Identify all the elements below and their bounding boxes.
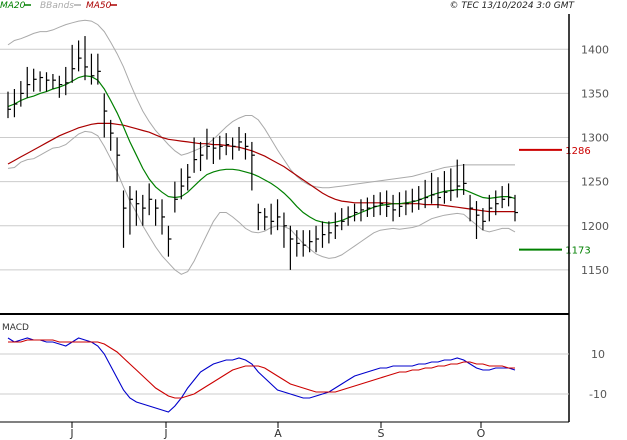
macd-y-ticks: 10 -10: [589, 348, 607, 401]
svg-text:MA20: MA20: [0, 1, 26, 11]
price-y-tick-label: 1400: [581, 43, 609, 56]
x-tick-label: S: [378, 427, 385, 440]
legend-item: BBands: [40, 1, 81, 11]
svg-text:BBands: BBands: [40, 1, 74, 11]
x-tick-label: J: [163, 427, 167, 440]
stock-chart: 12861173 140013501300125012001150 10-10 …: [0, 1, 609, 440]
macd-panel: 10 -10 MACD: [0, 323, 607, 413]
macd-y-tick-label: -10: [589, 388, 607, 401]
price-y-tick-label: 1150: [581, 264, 609, 277]
x-tick-label: O: [477, 427, 486, 440]
x-axis: JJASO: [69, 422, 486, 440]
x-tick-label: A: [274, 427, 282, 440]
price-y-tick-label: 1200: [581, 220, 609, 233]
price-y-tick-label: 1350: [581, 87, 609, 100]
price-y-ticks: 1400 1350 1300 1250 1200 1150: [581, 43, 609, 277]
price-y-tick-label: 1250: [581, 176, 609, 189]
macd-grid: [0, 353, 569, 395]
macd-series-line: [8, 339, 515, 399]
legend-item: MA50: [86, 1, 117, 11]
copyright-text: © TEC 13/10/2024 3:0 GMT: [449, 1, 575, 11]
price-panel: 12861173 140013501300125012001150: [0, 14, 609, 314]
x-tick-label: J: [69, 427, 73, 440]
macd-lines: [7, 337, 516, 413]
macd-y-tick-label: 10: [591, 348, 605, 361]
legend: MA20 BBands MA50: [0, 1, 117, 11]
macd-series-line: [7, 337, 516, 413]
price-y-tick-label: 1300: [581, 132, 609, 145]
macd-title: MACD: [2, 323, 29, 333]
svg-text:MA50: MA50: [86, 1, 112, 11]
legend-item: MA20: [0, 1, 31, 11]
